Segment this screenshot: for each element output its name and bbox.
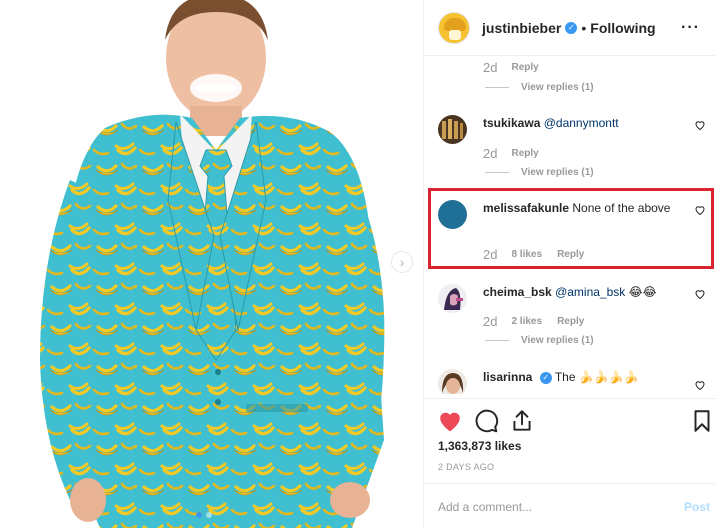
replies-divider (485, 340, 509, 341)
commenter-username[interactable]: tsukikawa (483, 116, 540, 130)
likes-count[interactable]: 1,363,873 likes (438, 439, 521, 453)
comment-icon[interactable] (473, 408, 499, 434)
post-actions: 1,363,873 likes 2 DAYS AGO (424, 398, 716, 472)
comment-like-heart-icon[interactable] (694, 288, 706, 300)
mention-link[interactable]: @dannymontt (544, 116, 619, 130)
reply-button[interactable]: Reply (511, 148, 538, 159)
mention-link[interactable]: @amina_bsk (555, 285, 625, 299)
more-horizontal-icon[interactable]: ··· (681, 20, 700, 36)
replies-divider (485, 87, 509, 88)
share-icon[interactable] (509, 408, 535, 434)
verified-badge-icon: ✓ (539, 372, 552, 384)
post-side-panel: justinbieber ✓ • Following ··· 2d Reply … (423, 0, 716, 528)
commenter-avatar[interactable] (438, 284, 467, 313)
verified-badge-icon: ✓ (565, 21, 578, 34)
comment-emoji: 🍌🍌🍌🍌 (578, 370, 639, 384)
comment-body: The (554, 370, 576, 384)
add-comment-bar: Post (424, 483, 716, 528)
photo-image (0, 0, 423, 528)
comment-like-heart-icon[interactable] (694, 379, 706, 391)
view-replies-button[interactable]: View replies (1) (485, 167, 594, 178)
replies-divider (485, 172, 509, 173)
comment-text: lisarinna ✓ The 🍌🍌🍌🍌 (483, 369, 683, 385)
commenter-avatar[interactable] (438, 369, 467, 394)
view-replies-label: View replies (1) (521, 167, 594, 178)
comment-likes[interactable]: 2 likes (511, 316, 542, 327)
comment-item: tsukikawa @dannymontt (438, 115, 710, 175)
post-photo[interactable]: › (0, 0, 423, 528)
heart-filled-icon[interactable] (437, 408, 463, 434)
carousel-dot (206, 512, 212, 518)
view-replies-label: View replies (1) (521, 82, 594, 93)
comment-emoji: 😂😂 (628, 285, 657, 299)
comment-time: 2d (483, 60, 498, 75)
view-replies-label: View replies (1) (521, 335, 594, 346)
carousel-dot-active (196, 512, 202, 518)
chevron-right-icon: › (399, 254, 405, 270)
commenter-avatar[interactable] (438, 115, 467, 144)
view-replies-button[interactable]: View replies (1) (485, 82, 594, 93)
post-comment-button[interactable]: Post (684, 500, 710, 514)
next-image-button[interactable]: › (391, 251, 413, 273)
header-separator: • (581, 19, 587, 36)
post-date: 2 DAYS AGO (438, 462, 495, 472)
add-comment-input[interactable] (438, 496, 658, 518)
view-replies-button[interactable]: View replies (1) (485, 335, 594, 346)
commenter-username[interactable]: lisarinna (483, 370, 532, 384)
comment-time: 2d (483, 146, 498, 161)
highlight-box (428, 188, 714, 269)
comment-meta: 2d Reply (483, 60, 554, 75)
comment-text: cheima_bsk @amina_bsk 😂😂 (483, 284, 683, 300)
commenter-username[interactable]: cheima_bsk (483, 285, 552, 299)
comment-item: lisarinna ✓ The 🍌🍌🍌🍌 (438, 369, 710, 394)
author-avatar[interactable] (438, 11, 470, 44)
carousel-dots (196, 512, 212, 518)
comments-list[interactable]: 2d Reply View replies (1) tsukikawa @dan… (424, 57, 716, 394)
comment-meta: 2d 2 likes Reply (483, 314, 599, 329)
following-button[interactable]: Following (590, 20, 655, 36)
comment-time: 2d (483, 314, 498, 329)
comment-like-heart-icon[interactable] (694, 119, 706, 131)
comment-text: tsukikawa @dannymontt (483, 115, 683, 131)
reply-button[interactable]: Reply (557, 316, 584, 327)
bookmark-icon[interactable] (689, 408, 715, 434)
post-header: justinbieber ✓ • Following ··· (424, 0, 716, 56)
author-username[interactable]: justinbieber (482, 20, 561, 36)
comment-meta: 2d Reply (483, 146, 554, 161)
reply-button[interactable]: Reply (511, 62, 538, 73)
